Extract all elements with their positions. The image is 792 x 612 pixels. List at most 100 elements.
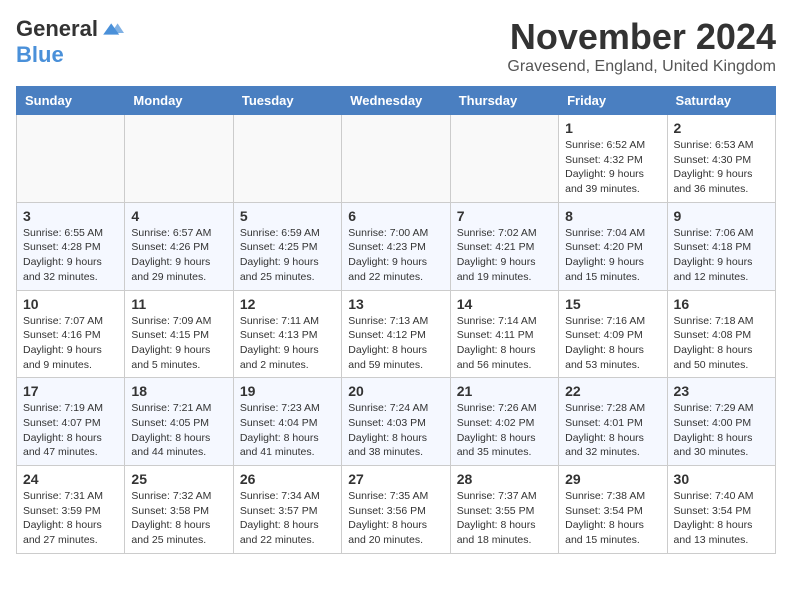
- day-number: 28: [457, 471, 552, 487]
- calendar-cell: 6 Sunrise: 7:00 AM Sunset: 4:23 PM Daylig…: [342, 202, 450, 290]
- weekday-header-tuesday: Tuesday: [233, 87, 341, 115]
- day-number: 1: [565, 120, 660, 136]
- week-row-2: 3Sunrise: 6:55 AM Sunset: 4:28 PM Daylig…: [17, 202, 776, 290]
- calendar-cell: [17, 115, 125, 203]
- day-detail: Sunrise: 7:40 AM Sunset: 3:54 PM Dayligh…: [674, 489, 769, 548]
- day-detail: Sunrise: 7:35 AM Sunset: 3:56 PM Dayligh…: [348, 489, 443, 548]
- calendar-cell: 2 Sunrise: 6:53 AM Sunset: 4:30 PM Daylig…: [667, 115, 775, 203]
- calendar-cell: 13 Sunrise: 7:13 AM Sunset: 4:12 PM Dayli…: [342, 290, 450, 378]
- calendar-cell: 28 Sunrise: 7:37 AM Sunset: 3:55 PM Dayli…: [450, 466, 558, 554]
- day-detail: Sunrise: 6:57 AM Sunset: 4:26 PM Dayligh…: [131, 226, 226, 285]
- day-number: 29: [565, 471, 660, 487]
- day-detail: Sunrise: 7:07 AM Sunset: 4:16 PM Dayligh…: [23, 314, 118, 373]
- calendar-cell: 10Sunrise: 7:07 AM Sunset: 4:16 PM Dayli…: [17, 290, 125, 378]
- day-detail: Sunrise: 7:09 AM Sunset: 4:15 PM Dayligh…: [131, 314, 226, 373]
- day-number: 18: [131, 383, 226, 399]
- calendar-cell: 16 Sunrise: 7:18 AM Sunset: 4:08 PM Dayli…: [667, 290, 775, 378]
- calendar-cell: 5 Sunrise: 6:59 AM Sunset: 4:25 PM Daylig…: [233, 202, 341, 290]
- day-detail: Sunrise: 7:02 AM Sunset: 4:21 PM Dayligh…: [457, 226, 552, 285]
- calendar-cell: 19 Sunrise: 7:23 AM Sunset: 4:04 PM Dayli…: [233, 378, 341, 466]
- day-number: 22: [565, 383, 660, 399]
- day-number: 11: [131, 296, 226, 312]
- calendar-table: SundayMondayTuesdayWednesdayThursdayFrid…: [16, 86, 776, 554]
- day-number: 21: [457, 383, 552, 399]
- logo-general-text: General: [16, 16, 98, 42]
- day-detail: Sunrise: 6:52 AM Sunset: 4:32 PM Dayligh…: [565, 138, 660, 197]
- day-detail: Sunrise: 7:38 AM Sunset: 3:54 PM Dayligh…: [565, 489, 660, 548]
- day-detail: Sunrise: 7:00 AM Sunset: 4:23 PM Dayligh…: [348, 226, 443, 285]
- day-number: 8: [565, 208, 660, 224]
- day-detail: Sunrise: 7:31 AM Sunset: 3:59 PM Dayligh…: [23, 489, 118, 548]
- day-number: 9: [674, 208, 769, 224]
- day-detail: Sunrise: 7:16 AM Sunset: 4:09 PM Dayligh…: [565, 314, 660, 373]
- day-number: 5: [240, 208, 335, 224]
- day-detail: Sunrise: 7:24 AM Sunset: 4:03 PM Dayligh…: [348, 401, 443, 460]
- day-detail: Sunrise: 7:29 AM Sunset: 4:00 PM Dayligh…: [674, 401, 769, 460]
- calendar-cell: 1 Sunrise: 6:52 AM Sunset: 4:32 PM Daylig…: [559, 115, 667, 203]
- day-number: 16: [674, 296, 769, 312]
- calendar-cell: 17Sunrise: 7:19 AM Sunset: 4:07 PM Dayli…: [17, 378, 125, 466]
- day-detail: Sunrise: 7:37 AM Sunset: 3:55 PM Dayligh…: [457, 489, 552, 548]
- calendar-cell: 4 Sunrise: 6:57 AM Sunset: 4:26 PM Daylig…: [125, 202, 233, 290]
- day-number: 24: [23, 471, 118, 487]
- calendar-cell: 22 Sunrise: 7:28 AM Sunset: 4:01 PM Dayli…: [559, 378, 667, 466]
- calendar-cell: [450, 115, 558, 203]
- weekday-header-friday: Friday: [559, 87, 667, 115]
- month-title: November 2024: [507, 16, 776, 58]
- day-detail: Sunrise: 7:14 AM Sunset: 4:11 PM Dayligh…: [457, 314, 552, 373]
- day-detail: Sunrise: 7:28 AM Sunset: 4:01 PM Dayligh…: [565, 401, 660, 460]
- day-detail: Sunrise: 7:26 AM Sunset: 4:02 PM Dayligh…: [457, 401, 552, 460]
- calendar-cell: [233, 115, 341, 203]
- day-detail: Sunrise: 7:18 AM Sunset: 4:08 PM Dayligh…: [674, 314, 769, 373]
- weekday-header-wednesday: Wednesday: [342, 87, 450, 115]
- day-number: 27: [348, 471, 443, 487]
- day-number: 30: [674, 471, 769, 487]
- day-number: 17: [23, 383, 118, 399]
- logo-blue-text: Blue: [16, 42, 64, 67]
- logo-icon: [100, 17, 124, 41]
- weekday-header-thursday: Thursday: [450, 87, 558, 115]
- day-number: 4: [131, 208, 226, 224]
- day-number: 14: [457, 296, 552, 312]
- day-detail: Sunrise: 7:32 AM Sunset: 3:58 PM Dayligh…: [131, 489, 226, 548]
- day-number: 26: [240, 471, 335, 487]
- day-number: 6: [348, 208, 443, 224]
- calendar-cell: 27 Sunrise: 7:35 AM Sunset: 3:56 PM Dayli…: [342, 466, 450, 554]
- calendar-cell: 9Sunrise: 7:06 AM Sunset: 4:18 PM Daylig…: [667, 202, 775, 290]
- day-detail: Sunrise: 7:13 AM Sunset: 4:12 PM Dayligh…: [348, 314, 443, 373]
- week-row-5: 24 Sunrise: 7:31 AM Sunset: 3:59 PM Dayli…: [17, 466, 776, 554]
- day-number: 3: [23, 208, 118, 224]
- calendar-cell: 24 Sunrise: 7:31 AM Sunset: 3:59 PM Dayli…: [17, 466, 125, 554]
- week-row-4: 17Sunrise: 7:19 AM Sunset: 4:07 PM Dayli…: [17, 378, 776, 466]
- day-number: 7: [457, 208, 552, 224]
- location: Gravesend, England, United Kingdom: [507, 58, 776, 76]
- day-number: 2: [674, 120, 769, 136]
- day-detail: Sunrise: 7:21 AM Sunset: 4:05 PM Dayligh…: [131, 401, 226, 460]
- calendar-cell: 14 Sunrise: 7:14 AM Sunset: 4:11 PM Dayli…: [450, 290, 558, 378]
- calendar-cell: [342, 115, 450, 203]
- day-number: 23: [674, 383, 769, 399]
- calendar-cell: 11 Sunrise: 7:09 AM Sunset: 4:15 PM Dayli…: [125, 290, 233, 378]
- day-number: 12: [240, 296, 335, 312]
- day-number: 19: [240, 383, 335, 399]
- calendar-cell: 23 Sunrise: 7:29 AM Sunset: 4:00 PM Dayli…: [667, 378, 775, 466]
- calendar-cell: [125, 115, 233, 203]
- day-detail: Sunrise: 7:23 AM Sunset: 4:04 PM Dayligh…: [240, 401, 335, 460]
- header: General Blue November 2024 Gravesend, En…: [16, 16, 776, 76]
- calendar-cell: 18 Sunrise: 7:21 AM Sunset: 4:05 PM Dayli…: [125, 378, 233, 466]
- calendar-cell: 12Sunrise: 7:11 AM Sunset: 4:13 PM Dayli…: [233, 290, 341, 378]
- calendar-cell: 15Sunrise: 7:16 AM Sunset: 4:09 PM Dayli…: [559, 290, 667, 378]
- logo: General Blue: [16, 16, 124, 68]
- calendar-cell: 21 Sunrise: 7:26 AM Sunset: 4:02 PM Dayli…: [450, 378, 558, 466]
- weekday-header-monday: Monday: [125, 87, 233, 115]
- day-number: 20: [348, 383, 443, 399]
- calendar-cell: 25 Sunrise: 7:32 AM Sunset: 3:58 PM Dayli…: [125, 466, 233, 554]
- day-detail: Sunrise: 6:53 AM Sunset: 4:30 PM Dayligh…: [674, 138, 769, 197]
- day-detail: Sunrise: 7:04 AM Sunset: 4:20 PM Dayligh…: [565, 226, 660, 285]
- weekday-header-sunday: Sunday: [17, 87, 125, 115]
- day-number: 25: [131, 471, 226, 487]
- day-number: 13: [348, 296, 443, 312]
- calendar-cell: 29 Sunrise: 7:38 AM Sunset: 3:54 PM Dayli…: [559, 466, 667, 554]
- day-detail: Sunrise: 6:59 AM Sunset: 4:25 PM Dayligh…: [240, 226, 335, 285]
- weekday-header-saturday: Saturday: [667, 87, 775, 115]
